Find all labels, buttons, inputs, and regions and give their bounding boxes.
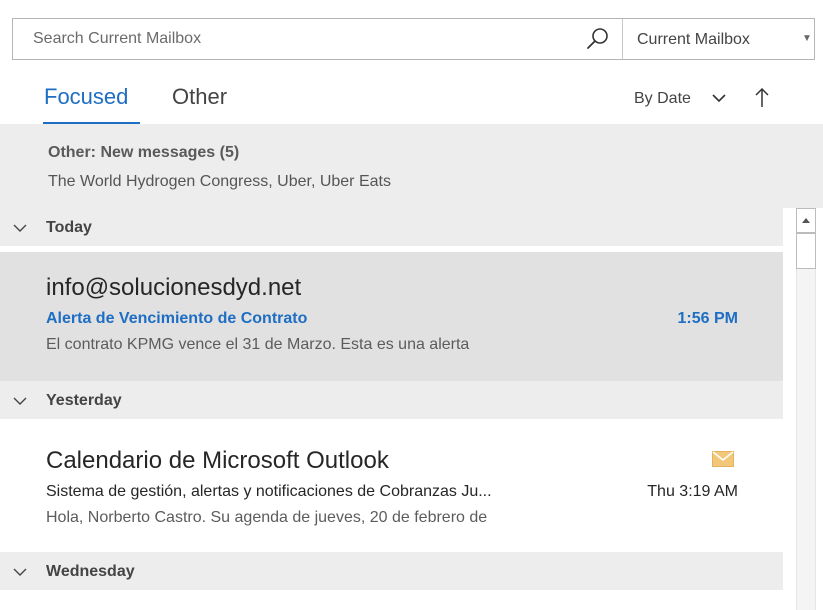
message-item[interactable]: info@solucionesdyd.net Alerta de Vencimi… xyxy=(0,252,783,384)
scroll-up-arrow-icon xyxy=(802,218,810,223)
message-sender: Calendario de Microsoft Outlook xyxy=(46,447,389,474)
message-subject: Alerta de Vencimiento de Contrato xyxy=(46,310,308,327)
other-banner-senders: The World Hydrogen Congress, Uber, Uber … xyxy=(48,173,391,190)
chevron-down-icon[interactable] xyxy=(712,93,726,103)
group-header-today[interactable]: Today xyxy=(0,208,783,246)
other-banner-title: Other: New messages (5) xyxy=(48,144,240,161)
search-bar: Current Mailbox ▼ xyxy=(12,18,815,60)
search-input[interactable] xyxy=(13,19,623,59)
search-scope-dropdown[interactable]: Current Mailbox ▼ xyxy=(623,19,815,59)
message-preview: Hola, Norberto Castro. Su agenda de juev… xyxy=(46,509,488,526)
scrollbar[interactable] xyxy=(791,208,823,610)
scroll-up-button[interactable] xyxy=(796,208,816,233)
message-list: Today info@solucionesdyd.net Alerta de V… xyxy=(0,208,783,610)
message-subject: Sistema de gestión, alertas y notificaci… xyxy=(46,483,492,500)
chevron-down-icon[interactable] xyxy=(13,567,27,577)
scrollbar-thumb[interactable] xyxy=(796,233,816,269)
dropdown-arrow-icon: ▼ xyxy=(802,33,812,44)
message-time: Thu 3:19 AM xyxy=(647,483,738,500)
message-sender: info@solucionesdyd.net xyxy=(46,274,302,301)
message-item[interactable]: Calendario de Microsoft Outlook Sistema … xyxy=(0,425,783,557)
group-label: Wednesday xyxy=(46,563,135,580)
chevron-down-icon[interactable] xyxy=(13,396,27,406)
search-icon[interactable] xyxy=(585,26,611,52)
group-label: Yesterday xyxy=(46,392,122,409)
other-new-messages-banner[interactable]: Other: New messages (5) The World Hydrog… xyxy=(0,124,823,208)
envelope-icon xyxy=(712,451,734,467)
chevron-down-icon[interactable] xyxy=(13,223,27,233)
group-header-yesterday[interactable]: Yesterday xyxy=(0,381,783,419)
tab-focused[interactable]: Focused xyxy=(44,84,128,110)
group-header-wednesday[interactable]: Wednesday xyxy=(0,552,783,590)
tab-other[interactable]: Other xyxy=(172,84,227,110)
sort-direction-arrow-icon[interactable] xyxy=(754,86,770,108)
group-label: Today xyxy=(46,219,92,236)
message-preview: El contrato KPMG vence el 31 de Marzo. E… xyxy=(46,336,470,353)
message-time: 1:56 PM xyxy=(677,310,738,327)
sort-by-dropdown[interactable]: By Date xyxy=(634,90,691,108)
search-scope-label: Current Mailbox xyxy=(637,31,750,48)
